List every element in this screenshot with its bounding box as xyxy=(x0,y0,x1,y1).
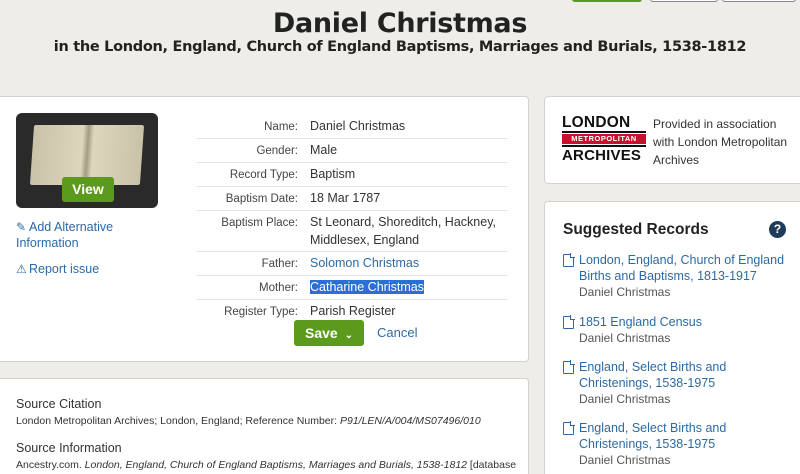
citation-reference: P91/LEN/A/004/MS07496/010 xyxy=(339,415,481,427)
source-information-heading: Source Information xyxy=(16,441,122,455)
suggested-record-item[interactable]: England, Select Births and Christenings,… xyxy=(563,420,793,469)
london-metropolitan-archives-logo[interactable]: LONDON METROPOLITAN ARCHIVES xyxy=(562,115,646,163)
top-tertiary-button[interactable] xyxy=(722,0,796,2)
document-icon xyxy=(563,421,575,435)
selected-text[interactable]: Catharine Christmas xyxy=(310,280,424,294)
field-label: Register Type: xyxy=(224,306,298,318)
source-citation-heading: Source Citation xyxy=(16,397,102,411)
suggested-record-link[interactable]: 1851 England Census xyxy=(579,314,793,330)
field-value: St Leonard, Shoreditch, Hackney, Middles… xyxy=(310,215,496,247)
suggested-record-link[interactable]: England, Select Births and Christenings,… xyxy=(579,420,793,452)
source-information-text: Ancestry.com. London, England, Church of… xyxy=(16,459,516,471)
suggested-record-link[interactable]: England, Select Births and Christenings,… xyxy=(579,359,793,391)
page-title: Daniel Christmas xyxy=(272,8,528,39)
citation-text: London Metropolitan Archives; London, En… xyxy=(16,415,338,427)
suggested-record-name: Daniel Christmas xyxy=(579,285,671,299)
field-label: Father: xyxy=(261,258,298,270)
field-row-mother: Mother: Catharine Christmas xyxy=(196,276,508,300)
mother-link[interactable]: Catharine Christmas xyxy=(310,278,508,297)
suggested-record-link[interactable]: London, England, Church of England Birth… xyxy=(579,252,793,284)
info-suffix: [database xyxy=(469,459,517,471)
document-icon xyxy=(563,360,575,374)
source-citation-text: London Metropolitan Archives; London, En… xyxy=(16,415,481,427)
document-icon xyxy=(563,315,575,329)
info-title: London, England, Church of England Bapti… xyxy=(84,459,467,471)
father-link[interactable]: Solomon Christmas xyxy=(310,254,508,273)
suggested-record-item[interactable]: England, Select Births and Christenings,… xyxy=(563,359,793,408)
suggested-records-title: Suggested Records xyxy=(563,221,709,238)
suggested-record-item[interactable]: London, England, Church of England Birth… xyxy=(563,252,793,301)
field-value: Daniel Christmas xyxy=(310,119,406,133)
field-row-name: Name: Daniel Christmas xyxy=(196,115,508,139)
top-secondary-button[interactable] xyxy=(650,0,718,2)
top-action-button[interactable] xyxy=(572,0,642,2)
warning-icon: ⚠ xyxy=(16,262,27,276)
field-label: Record Type: xyxy=(229,169,298,181)
suggested-record-name: Daniel Christmas xyxy=(579,331,671,345)
field-label: Name: xyxy=(264,121,298,133)
add-alternative-info-label: Add Alternative Information xyxy=(16,220,114,250)
info-prefix: Ancestry.com. xyxy=(16,459,82,471)
save-button[interactable]: Save ⌄ xyxy=(294,320,364,346)
logo-line-archives: ARCHIVES xyxy=(562,145,646,163)
field-row-record-type: Record Type: Baptism xyxy=(196,163,508,187)
chevron-down-icon: ⌄ xyxy=(344,330,353,341)
record-panel: View ✎ Add Alternative Information ⚠ Repor… xyxy=(0,96,529,362)
cancel-link[interactable]: Cancel xyxy=(377,325,417,340)
field-value: Male xyxy=(310,143,338,157)
page-subtitle: in the London, England, Church of Englan… xyxy=(53,39,747,55)
view-button[interactable]: View xyxy=(62,177,114,202)
field-label: Baptism Date: xyxy=(225,193,298,205)
suggested-records-panel: Suggested Records ? London, England, Chu… xyxy=(544,201,800,474)
suggested-record-name: Daniel Christmas xyxy=(579,392,671,406)
suggested-record-name: Daniel Christmas xyxy=(579,453,671,467)
report-issue-link[interactable]: ⚠ Report issue xyxy=(16,261,136,277)
record-fields: Name: Daniel Christmas Gender: Male Reco… xyxy=(196,115,508,323)
add-alternative-info-link[interactable]: ✎ Add Alternative Information xyxy=(16,219,126,251)
field-row-gender: Gender: Male xyxy=(196,139,508,163)
document-icon xyxy=(563,253,575,267)
help-icon[interactable]: ? xyxy=(769,221,786,238)
field-row-father: Father: Solomon Christmas xyxy=(196,252,508,276)
report-issue-label: Report issue xyxy=(29,262,100,276)
logo-line-london: LONDON xyxy=(562,115,646,133)
source-panel: Source Citation London Metropolitan Arch… xyxy=(0,378,529,474)
field-row-baptism-place: Baptism Place: St Leonard, Shoreditch, H… xyxy=(196,211,508,252)
save-label: Save xyxy=(305,325,338,341)
pencil-icon: ✎ xyxy=(16,220,27,234)
association-text: Provided in association with London Metr… xyxy=(653,117,788,167)
field-label: Gender: xyxy=(256,145,298,157)
record-book-image xyxy=(29,125,145,185)
field-row-baptism-date: Baptism Date: 18 Mar 1787 xyxy=(196,187,508,211)
field-label: Mother: xyxy=(259,282,298,294)
logo-line-metropolitan: METROPOLITAN xyxy=(562,134,646,144)
field-value: 18 Mar 1787 xyxy=(310,191,381,205)
suggested-record-item[interactable]: 1851 England Census Daniel Christmas xyxy=(563,314,793,347)
field-value: Baptism xyxy=(310,167,356,181)
field-label: Baptism Place: xyxy=(221,217,298,229)
record-image-thumbnail[interactable]: View xyxy=(16,113,158,208)
field-value: Parish Register xyxy=(310,304,396,318)
association-panel: LONDON METROPOLITAN ARCHIVES Provided in… xyxy=(544,96,800,184)
